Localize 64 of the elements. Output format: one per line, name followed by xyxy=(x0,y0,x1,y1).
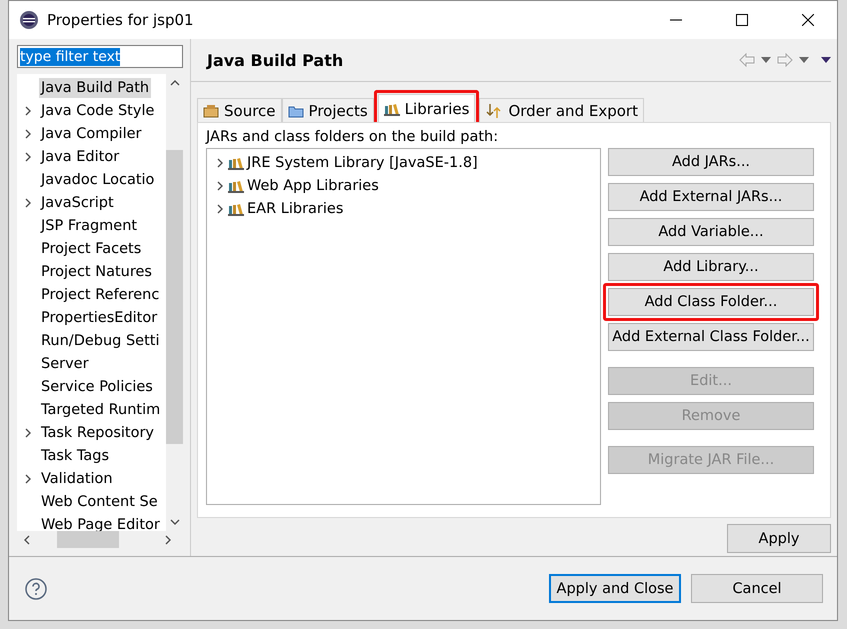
sidebar-item[interactable]: Web Content Se xyxy=(39,492,160,512)
sidebar-item[interactable]: JSP Fragment xyxy=(39,216,140,236)
expand-chevron-icon[interactable] xyxy=(215,180,225,190)
action-button[interactable]: Add External JARs... xyxy=(608,183,814,211)
action-button[interactable]: Add Class Folder... xyxy=(608,288,814,316)
expand-chevron-icon[interactable] xyxy=(23,152,33,162)
view-menu-icon[interactable] xyxy=(821,57,831,63)
action-button[interactable]: Add External Class Folder... xyxy=(608,323,814,351)
expand-chevron-icon[interactable] xyxy=(23,428,33,438)
sidebar-item[interactable]: Service Policies xyxy=(39,376,155,396)
library-item[interactable]: EAR Libraries xyxy=(247,200,344,216)
expand-chevron-icon[interactable] xyxy=(23,106,33,116)
dropdown-icon[interactable] xyxy=(799,57,809,63)
dialog-button[interactable]: Cancel xyxy=(691,574,823,603)
sidebar-item[interactable]: Java Compiler xyxy=(39,124,144,144)
window-title: Properties for jsp01 xyxy=(47,11,195,29)
library-icon xyxy=(228,202,244,216)
action-button[interactable]: Add Variable... xyxy=(608,218,814,246)
sidebar-item[interactable]: Task Tags xyxy=(39,446,112,466)
page-title: Java Build Path xyxy=(207,50,344,70)
expand-chevron-icon[interactable] xyxy=(23,128,33,138)
action-button[interactable]: Add Library... xyxy=(608,253,814,281)
sidebar-item[interactable]: Java Editor xyxy=(39,146,122,166)
library-item[interactable]: JRE System Library [JavaSE-1.8] xyxy=(247,154,478,170)
list-label: JARs and class folders on the build path: xyxy=(206,129,500,145)
books-icon xyxy=(384,102,400,116)
tab[interactable]: Projects xyxy=(282,98,374,122)
tab[interactable]: Source xyxy=(197,98,282,122)
sidebar-item[interactable]: Project Facets xyxy=(39,238,144,258)
sidebar-item[interactable]: Server xyxy=(39,354,91,374)
expand-chevron-icon[interactable] xyxy=(23,198,33,208)
swap-arrows-icon xyxy=(485,102,504,118)
expand-chevron-icon[interactable] xyxy=(215,204,225,214)
close-icon[interactable] xyxy=(802,14,814,26)
sidebar-item[interactable]: Java Code Style xyxy=(39,100,156,120)
action-button[interactable]: Add JARs... xyxy=(608,148,814,176)
tab[interactable]: Order and Export xyxy=(479,98,644,122)
sidebar-item[interactable]: Targeted Runtim xyxy=(39,400,162,420)
expand-chevron-icon[interactable] xyxy=(163,534,173,544)
apply-button[interactable]: Apply xyxy=(727,524,831,553)
library-icon xyxy=(228,156,244,170)
package-icon xyxy=(203,104,219,118)
sidebar-item[interactable]: Run/Debug Setti xyxy=(39,330,162,350)
library-list[interactable]: JRE System Library [JavaSE-1.8] Web App Libraries EAR Libraries xyxy=(206,148,601,505)
sidebar-item[interactable]: Task Repository xyxy=(39,422,156,442)
minimize-icon[interactable] xyxy=(670,19,682,21)
sidebar-item[interactable]: Project Natures xyxy=(39,262,154,282)
dropdown-icon[interactable] xyxy=(761,57,771,63)
dialog-button[interactable]: Apply and Close xyxy=(549,574,681,603)
sidebar-item[interactable]: PropertiesEditor xyxy=(39,308,160,328)
expand-chevron-icon[interactable] xyxy=(215,158,225,168)
library-icon xyxy=(228,178,244,192)
library-item[interactable]: Web App Libraries xyxy=(247,178,379,194)
sidebar-item[interactable]: Validation xyxy=(39,468,115,488)
sidebar-item[interactable]: Java Build Path xyxy=(39,78,152,98)
sidebar-item[interactable]: Project Referenc xyxy=(39,284,162,304)
filter-field[interactable]: type filter text xyxy=(17,45,183,68)
tab[interactable]: Libraries xyxy=(378,94,476,122)
sidebar-item[interactable]: Javadoc Locatio xyxy=(39,170,156,190)
expand-chevron-icon[interactable] xyxy=(23,474,33,484)
maximize-icon[interactable] xyxy=(736,14,748,26)
folder-icon xyxy=(288,104,304,118)
help-icon[interactable] xyxy=(25,578,47,600)
sidebar-item[interactable]: JavaScript xyxy=(39,192,116,212)
